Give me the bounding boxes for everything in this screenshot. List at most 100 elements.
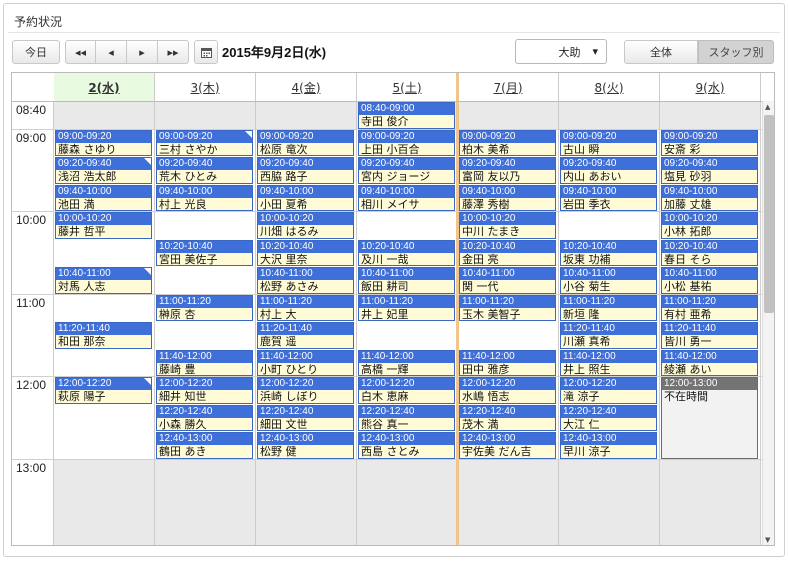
appointment[interactable]: 09:40-10:00 小田 夏希: [257, 184, 354, 211]
day-column-0[interactable]: 09:00-09:20 藤森 さゆり 09:20-09:40 浅沼 浩太郎 09:40-…: [54, 101, 155, 545]
appointment[interactable]: 09:40-10:00 岩田 季衣: [560, 184, 657, 211]
view-staff-button[interactable]: スタッフ別: [698, 40, 774, 64]
appointment[interactable]: 09:00-09:20 藤森 さゆり: [55, 129, 152, 156]
appointment-name: 塩見 砂羽: [664, 170, 712, 183]
appointment[interactable]: 10:40-11:00 小松 基祐: [661, 267, 758, 294]
appointment[interactable]: 12:40-13:00 松野 健: [257, 432, 354, 459]
appointment[interactable]: 09:40-10:00 相川 メイサ: [358, 184, 455, 211]
appointment[interactable]: 09:40-10:00 藤澤 秀樹: [459, 184, 556, 211]
day-header-6[interactable]: 9(水): [660, 73, 761, 101]
appointment[interactable]: 10:40-11:00 飯田 耕司: [358, 267, 455, 294]
appointment[interactable]: 09:40-10:00 加藤 丈雄: [661, 184, 758, 211]
appointment[interactable]: 10:00-10:20 小林 拓郎: [661, 212, 758, 239]
day-column-4[interactable]: 09:00-09:20 柏木 美希 09:20-09:40 富岡 友以乃 09:40-1…: [458, 101, 559, 545]
appointment[interactable]: 12:20-12:40 小森 勝久: [156, 404, 253, 431]
today-button[interactable]: 今日: [12, 40, 60, 64]
appointment[interactable]: 11:00-11:20 村上 大: [257, 294, 354, 321]
appointment[interactable]: 11:20-11:40 川瀬 真希: [560, 322, 657, 349]
appointment[interactable]: 11:20-11:40 皆川 勇一: [661, 322, 758, 349]
appointment[interactable]: 12:00-12:20 水嶋 悟志: [459, 377, 556, 404]
appointment[interactable]: 10:20-10:40 宮田 美佐子: [156, 239, 253, 266]
scroll-down-icon[interactable]: ▼: [765, 536, 770, 544]
day-header-2[interactable]: 4(金): [256, 73, 357, 101]
day-header-5[interactable]: 8(火): [559, 73, 660, 101]
appointment[interactable]: 10:20-10:40 大沢 里奈: [257, 239, 354, 266]
appointment[interactable]: 12:00-12:20 細井 知世: [156, 377, 253, 404]
view-all-button[interactable]: 全体: [624, 40, 698, 64]
appointment[interactable]: 09:00-09:20 安斎 彩: [661, 129, 758, 156]
day-column-3[interactable]: 08:40-09:00 寺田 俊介 09:00-09:20 上田 小百合 09:20-0…: [357, 101, 458, 545]
appointment[interactable]: 09:20-09:40 塩見 砂羽: [661, 157, 758, 184]
day-column-5[interactable]: 09:00-09:20 古山 瞬 09:20-09:40 内山 あおい 09:40-10…: [559, 101, 660, 545]
appointment[interactable]: 10:20-10:40 及川 一哉: [358, 239, 455, 266]
facility-select[interactable]: 大助 ▾: [515, 39, 607, 64]
appointment[interactable]: 09:00-09:20 上田 小百合: [358, 129, 455, 156]
appointment[interactable]: 12:20-12:40 細田 文世: [257, 404, 354, 431]
next-month-button[interactable]: ▸▸: [158, 40, 189, 64]
day-column-2[interactable]: 09:00-09:20 松原 竜次 09:20-09:40 西脇 路子 09:40-10…: [256, 101, 357, 545]
appointment[interactable]: 09:20-09:40 西脇 路子: [257, 157, 354, 184]
appointment[interactable]: 11:40-12:00 田中 雅彦: [459, 349, 556, 376]
appointment[interactable]: 12:20-12:40 大江 仁: [560, 404, 657, 431]
day-column-6[interactable]: 09:00-09:20 安斎 彩 09:20-09:40 塩見 砂羽 09:40-10:…: [660, 101, 761, 545]
appointment[interactable]: 11:40-12:00 藤崎 豊: [156, 349, 253, 376]
appointment[interactable]: 11:00-11:20 有村 亜希: [661, 294, 758, 321]
appointment[interactable]: 10:40-11:00 対馬 人志: [55, 267, 152, 294]
appointment[interactable]: 12:00-12:20 萩原 陽子: [55, 377, 152, 404]
appointment[interactable]: 12:20-12:40 茂木 満: [459, 404, 556, 431]
appointment[interactable]: 09:00-09:20 古山 瞬: [560, 129, 657, 156]
day-column-1[interactable]: 09:00-09:20 三村 さやか 09:20-09:40 荒木 ひとみ 09:40-…: [155, 101, 256, 545]
day-header-3[interactable]: 5(土): [357, 73, 458, 101]
scrollbar-thumb[interactable]: [764, 115, 774, 313]
appointment[interactable]: 09:00-09:20 三村 さやか: [156, 129, 253, 156]
appointment[interactable]: 12:40-13:00 鶴田 あき: [156, 432, 253, 459]
appointment[interactable]: 12:40-13:00 早川 涼子: [560, 432, 657, 459]
appointment[interactable]: 09:20-09:40 内山 あおい: [560, 157, 657, 184]
appointment[interactable]: 09:20-09:40 富岡 友以乃: [459, 157, 556, 184]
day-header-0[interactable]: 2(水): [54, 73, 155, 101]
day-header-4[interactable]: 7(月): [458, 73, 559, 101]
appointment[interactable]: 12:00-12:20 白木 恵麻: [358, 377, 455, 404]
appointment[interactable]: 11:40-12:00 小町 ひとり: [257, 349, 354, 376]
day-header-1[interactable]: 3(木): [155, 73, 256, 101]
blocked-time-slot[interactable]: 12:00-13:00 不在時間: [661, 377, 758, 459]
scroll-up-icon[interactable]: ▲: [765, 103, 770, 111]
appointment[interactable]: 10:40-11:00 小谷 菊生: [560, 267, 657, 294]
appointment-name: 有村 亜希: [664, 307, 712, 321]
prev-day-button[interactable]: ◂: [96, 40, 127, 64]
appointment[interactable]: 10:20-10:40 春日 そら: [661, 239, 758, 266]
appointment[interactable]: 10:20-10:40 坂東 功補: [560, 239, 657, 266]
appointment[interactable]: 09:20-09:40 荒木 ひとみ: [156, 157, 253, 184]
appointment[interactable]: 11:20-11:40 和田 那奈: [55, 322, 152, 349]
appointment[interactable]: 11:00-11:20 玉木 美智子: [459, 294, 556, 321]
calendar-button[interactable]: [194, 40, 218, 64]
appointment[interactable]: 09:40-10:00 村上 光良: [156, 184, 253, 211]
prev-month-button[interactable]: ◂◂: [65, 40, 96, 64]
appointment[interactable]: 12:20-12:40 熊谷 真一: [358, 404, 455, 431]
appointment[interactable]: 11:40-12:00 井上 照生: [560, 349, 657, 376]
appointment[interactable]: 10:00-10:20 川畑 はるみ: [257, 212, 354, 239]
appointment[interactable]: 12:40-13:00 宇佐美 だん吉: [459, 432, 556, 459]
appointment[interactable]: 10:00-10:20 中川 たまき: [459, 212, 556, 239]
appointment[interactable]: 09:00-09:20 松原 竜次: [257, 129, 354, 156]
appointment[interactable]: 09:40-10:00 池田 満: [55, 184, 152, 211]
appointment[interactable]: 12:00-12:20 滝 涼子: [560, 377, 657, 404]
vertical-scrollbar[interactable]: ▲ ▼: [762, 101, 774, 545]
appointment[interactable]: 12:40-13:00 西島 さとみ: [358, 432, 455, 459]
appointment[interactable]: 11:40-12:00 綾瀬 あい: [661, 349, 758, 376]
appointment[interactable]: 10:40-11:00 松野 あさみ: [257, 267, 354, 294]
appointment[interactable]: 11:00-11:20 榊原 杏: [156, 294, 253, 321]
appointment[interactable]: 10:20-10:40 金田 亮: [459, 239, 556, 266]
next-day-button[interactable]: ▸: [127, 40, 158, 64]
appointment[interactable]: 09:20-09:40 宮内 ジョージ: [358, 157, 455, 184]
appointment[interactable]: 11:00-11:20 井上 妃里: [358, 294, 455, 321]
appointment[interactable]: 08:40-09:00 寺田 俊介: [358, 102, 455, 129]
appointment[interactable]: 10:00-10:20 藤井 哲平: [55, 212, 152, 239]
appointment[interactable]: 12:00-12:20 浜崎 しぼり: [257, 377, 354, 404]
appointment[interactable]: 11:00-11:20 新垣 隆: [560, 294, 657, 321]
appointment[interactable]: 11:40-12:00 高橋 一輝: [358, 349, 455, 376]
appointment[interactable]: 09:00-09:20 柏木 美希: [459, 129, 556, 156]
appointment[interactable]: 11:20-11:40 鹿賀 遥: [257, 322, 354, 349]
appointment[interactable]: 10:40-11:00 関 一代: [459, 267, 556, 294]
appointment[interactable]: 09:20-09:40 浅沼 浩太郎: [55, 157, 152, 184]
